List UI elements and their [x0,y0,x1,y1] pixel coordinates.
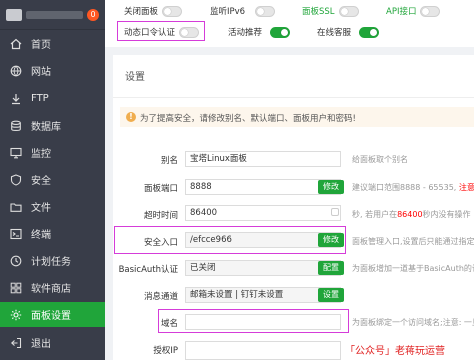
security-entry-label: 安全入口 [143,238,178,248]
basicauth-label: BasicAuth认证 [118,265,178,275]
globe-icon [9,64,23,78]
switch-listen-ipv6[interactable]: 监听IPv6 [210,5,276,17]
switch-label: 动态口令认证 [124,28,176,38]
switch-label: 关闭面板 [124,7,159,17]
shield-icon [9,173,23,187]
timeout-stepper[interactable] [331,208,339,216]
server-name-blurred [26,10,83,19]
alias-hint: 给面板取个别名 [352,155,408,164]
switch-api[interactable]: API接口 [386,5,441,17]
store-icon [9,281,23,295]
gear-icon [9,308,23,322]
sidebar-item-label: FTP [31,93,49,104]
switch-label: API接口 [386,7,417,17]
timeout-label: 超时时间 [143,211,178,221]
authorized-ip-input[interactable] [185,341,341,360]
sidebar-item-label: 面板设置 [31,311,71,322]
sidebar-item-label: 首页 [31,40,51,51]
authorized-ip-label: 授权IP [153,346,178,356]
ipv6-toggle[interactable] [255,5,276,17]
sidebar-item-cron[interactable]: 计划任务 [0,248,105,273]
domain-hint: 为面板绑定一个访问域名;注意: 一旦 [352,318,474,327]
alias-label: 别名 [160,156,178,166]
sidebar-item-label: 退出 [31,339,51,350]
sidebar-item-label: 终端 [31,230,51,241]
switch-label: 面板SSL [302,7,335,17]
message-channel-set-button[interactable]: 设置 [318,288,344,302]
switch-dynamic-password[interactable]: 动态口令认证 [124,26,200,38]
server-avatar [6,8,22,21]
sidebar-item-panel-settings[interactable]: 面板设置 [0,302,105,327]
switch-label: 在线客服 [317,28,352,38]
settings-divider [113,97,474,98]
folder-icon [9,200,23,214]
switch-close-panel[interactable]: 关闭面板 [124,5,183,17]
warning-icon: ! [126,112,136,122]
sidebar-item-terminal[interactable]: 终端 [0,221,105,246]
activity-toggle[interactable] [270,26,291,38]
security-notice-text: 为了提高安全，请修改别名、默认端口、面板用户和密码! [140,114,356,124]
ssl-toggle[interactable] [338,5,359,17]
timeout-input[interactable]: 86400 [185,205,341,221]
sidebar-item-logout[interactable]: 退出 [0,330,105,355]
sidebar-item-ftp[interactable]: FTP [0,86,105,111]
sidebar-item-monitor[interactable]: 监控 [0,140,105,165]
alias-input[interactable]: 宝塔Linux面板 [185,151,341,167]
watermark-stamp: 「公众号」老蒋玩运营 [345,346,445,357]
sidebar-item-label: 监控 [31,149,51,160]
monitor-icon [9,146,23,160]
database-icon [9,119,23,133]
sidebar-item-label: 安全 [31,176,51,187]
port-label: 面板端口 [143,184,178,194]
security-entry-hint: 面板管理入口,设置后只能通过指定安全 [352,237,474,246]
sidebar: 0 首页 网站 FTP 数据库 监控 安全 文件 终端 计划任务 软件商店 面板… [0,0,105,360]
switch-label: 活动推荐 [228,28,263,38]
sidebar-item-label: 计划任务 [31,257,71,268]
logout-icon [9,336,23,350]
sidebar-item-home[interactable]: 首页 [0,31,105,56]
timeout-hint: 秒, 若用户在86400秒内没有操作 [352,210,471,219]
ftp-icon [9,92,23,106]
message-channel-label: 消息通道 [143,292,178,302]
basicauth-hint: 为面板增加一道基于BasicAuth的认证 [352,264,474,273]
bt-panel-window: 0 首页 网站 FTP 数据库 监控 安全 文件 终端 计划任务 软件商店 面板… [0,0,474,360]
server-info: 0 [0,0,105,30]
switch-label: 监听IPv6 [210,7,246,17]
switch-panel-ssl[interactable]: 面板SSL [302,5,359,17]
terminal-icon [9,227,23,241]
port-hint: 建议端口范围8888 - 65535, 注意: [352,183,474,192]
sidebar-item-store[interactable]: 软件商店 [0,275,105,300]
settings-title: 设置 [125,72,145,83]
sidebar-item-label: 软件商店 [31,284,71,295]
port-modify-button[interactable]: 修改 [318,180,344,194]
sidebar-item-security[interactable]: 安全 [0,167,105,192]
switch-activity[interactable]: 活动推荐 [228,26,291,38]
basicauth-config-button[interactable]: 配置 [318,261,344,275]
sidebar-item-label: 文件 [31,203,51,214]
sidebar-item-website[interactable]: 网站 [0,58,105,83]
sidebar-item-files[interactable]: 文件 [0,194,105,219]
notification-badge[interactable]: 0 [87,8,99,21]
sidebar-item-label: 网站 [31,67,51,78]
sidebar-item-database[interactable]: 数据库 [0,113,105,138]
dynamic-password-toggle[interactable] [179,26,200,38]
security-entry-modify-button[interactable]: 修改 [318,233,344,247]
close-panel-toggle[interactable] [162,5,183,17]
switch-online-service[interactable]: 在线客服 [317,26,380,38]
domain-label: 域名 [160,319,178,329]
api-toggle[interactable] [420,5,441,17]
domain-input[interactable] [185,314,341,330]
sidebar-item-label: 数据库 [31,122,61,133]
home-icon [9,37,23,51]
online-service-toggle[interactable] [359,26,380,38]
clock-icon [9,254,23,268]
